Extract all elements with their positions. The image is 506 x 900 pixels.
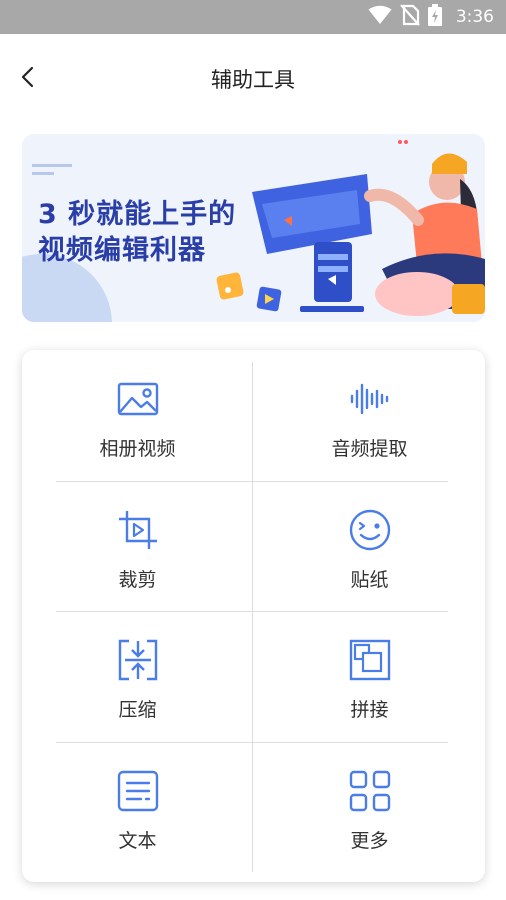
banner-headline-line1: 3 秒就能上手的 bbox=[38, 199, 237, 230]
crop-icon bbox=[117, 509, 159, 551]
tool-label: 音频提取 bbox=[331, 438, 408, 460]
tool-label: 文本 bbox=[118, 830, 157, 852]
nav-bar: 辅助工具 bbox=[0, 34, 506, 124]
sticker-face-icon bbox=[349, 509, 391, 551]
tool-audio-extract[interactable]: 音频提取 bbox=[254, 350, 485, 480]
tool-crop[interactable]: 裁剪 bbox=[22, 481, 253, 611]
tool-album-video[interactable]: 相册视频 bbox=[22, 350, 253, 480]
compress-icon bbox=[117, 639, 159, 681]
tool-more[interactable]: 更多 bbox=[254, 742, 485, 872]
status-bar: 3:36 bbox=[0, 0, 506, 34]
tool-label: 贴纸 bbox=[350, 569, 389, 591]
tool-label: 裁剪 bbox=[118, 569, 157, 591]
audio-wave-icon bbox=[349, 378, 391, 420]
wifi-icon bbox=[368, 5, 392, 29]
tool-compress[interactable]: 压缩 bbox=[22, 611, 253, 741]
photo-album-icon bbox=[117, 378, 159, 420]
tools-grid: 相册视频 音频提取 裁剪 贴纸 压缩 拼接 文本 更多 bbox=[22, 350, 485, 882]
tool-label: 拼接 bbox=[350, 699, 389, 721]
battery-charging-icon bbox=[427, 4, 442, 30]
tool-join[interactable]: 拼接 bbox=[254, 611, 485, 741]
tool-sticker[interactable]: 贴纸 bbox=[254, 481, 485, 611]
promo-banner[interactable]: 3 秒就能上手的 视频编辑利器 bbox=[22, 134, 485, 322]
text-icon bbox=[117, 770, 159, 812]
tool-label: 更多 bbox=[350, 830, 389, 852]
tool-text[interactable]: 文本 bbox=[22, 742, 253, 872]
status-time: 3:36 bbox=[455, 7, 494, 27]
page-title: 辅助工具 bbox=[211, 68, 295, 92]
tool-label: 压缩 bbox=[118, 699, 157, 721]
join-icon bbox=[349, 639, 391, 681]
more-grid-icon bbox=[349, 770, 391, 812]
banner-headline-line2: 视频编辑利器 bbox=[38, 235, 206, 266]
no-sim-icon bbox=[399, 4, 420, 30]
tool-label: 相册视频 bbox=[99, 438, 176, 460]
